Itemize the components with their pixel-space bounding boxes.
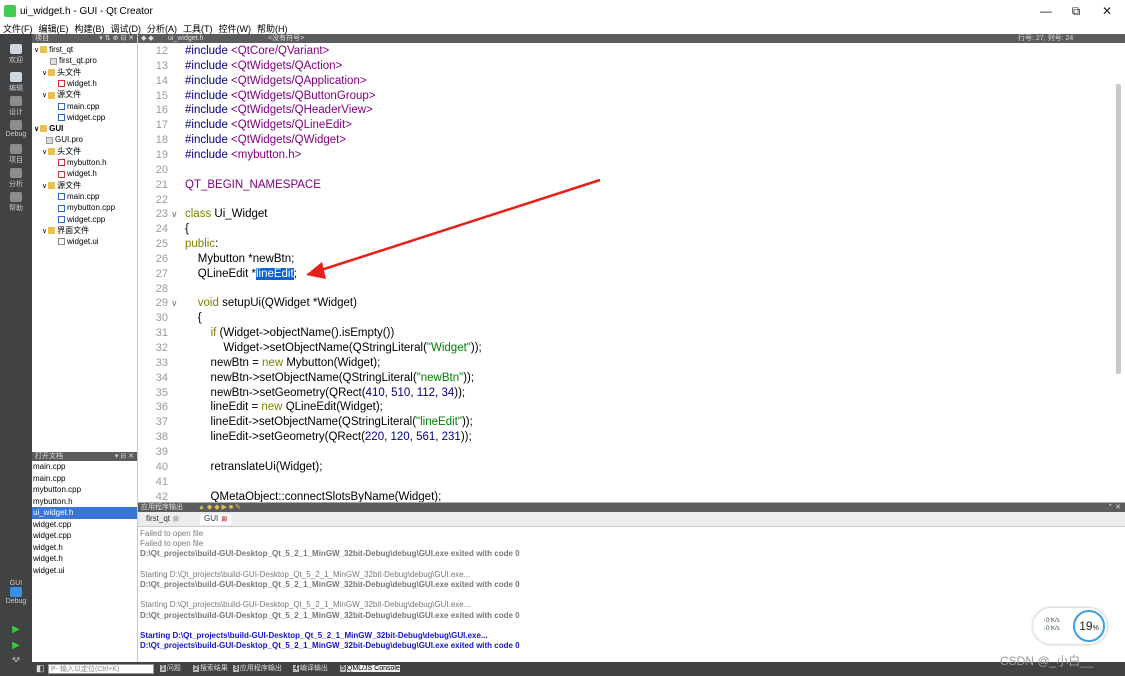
annotation-arrow-line [317,178,601,273]
annotation-arrow-head [306,262,326,279]
annotation-arrow [306,178,601,279]
